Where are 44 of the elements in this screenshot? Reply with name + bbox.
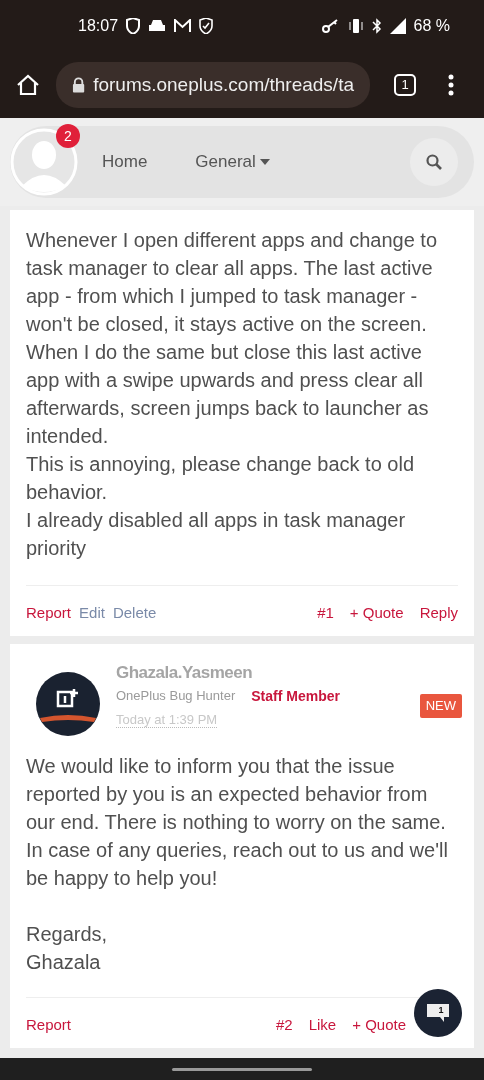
bluetooth-icon xyxy=(371,18,382,34)
post-text: When I do the same but close this last active app with a swipe upwards and press clear all afterwards, screen jumps back to launcher as intended. xyxy=(26,340,430,449)
tab-count-button[interactable]: 1 xyxy=(394,74,416,96)
nav-link[interactable]: General xyxy=(195,149,270,175)
mail-icon xyxy=(174,19,192,33)
staff-label: Staff Member xyxy=(251,686,340,706)
action-link[interactable]: Edit xyxy=(79,601,105,624)
action-link[interactable]: Reply xyxy=(419,601,458,624)
shield-check-icon xyxy=(199,18,214,34)
author-title: OnePlus Bug Hunter xyxy=(116,687,236,706)
signal-icon xyxy=(389,18,406,34)
new-label: NEW xyxy=(419,694,462,718)
action-link[interactable]: Like xyxy=(308,1013,337,1036)
action-link[interactable]: Report xyxy=(26,1013,72,1036)
post-text: We would like to inform you that the issue reported by you is an expected behavior from our end. There is nothing to worry on the same. In case of any queries, reach out to us and we'll be happy to help you! xyxy=(26,754,449,891)
search-icon xyxy=(426,154,442,170)
shield-icon xyxy=(126,18,141,34)
vibrate-icon xyxy=(347,18,364,34)
post-text: This is annoying, please change back to old behavior. xyxy=(26,452,416,505)
chat-count: 1 xyxy=(438,1004,444,1018)
lock-icon xyxy=(72,77,86,93)
action-link[interactable]: #2 xyxy=(276,1013,293,1036)
action-link[interactable]: Report xyxy=(26,601,72,624)
search-button[interactable] xyxy=(410,138,458,186)
nav-link[interactable]: Home xyxy=(102,149,148,175)
action-link[interactable]: #1 xyxy=(317,601,334,624)
action-link[interactable]: + Quote xyxy=(349,601,404,624)
key-icon xyxy=(321,19,340,33)
action-link[interactable]: Delete xyxy=(112,601,157,624)
car-icon xyxy=(148,19,167,33)
home-indicator[interactable] xyxy=(172,1067,312,1071)
menu-icon[interactable] xyxy=(448,74,454,96)
battery-level: 68 % xyxy=(413,16,450,36)
post-text: I already disabled all apps in task manager priority xyxy=(26,508,407,561)
home-icon[interactable] xyxy=(16,73,40,97)
signature: Regards, Ghazala xyxy=(26,922,109,975)
action-link[interactable]: + Quote xyxy=(352,1013,406,1036)
url-text: forums.oneplus.com/threads/ta xyxy=(93,72,354,97)
address-bar[interactable]: forums.oneplus.com/threads/ta xyxy=(56,62,370,108)
avatar-icon[interactable] xyxy=(36,672,100,736)
post-text: Whenever I open different apps and change to task manager to clear all apps. The last active app - from which I jumped to task manager - won't be closed, it stays active on the screen. xyxy=(26,228,439,337)
notification-badge: 2 xyxy=(56,124,80,148)
clock: 18:07 xyxy=(78,16,119,36)
chat-icon xyxy=(426,1002,450,1024)
